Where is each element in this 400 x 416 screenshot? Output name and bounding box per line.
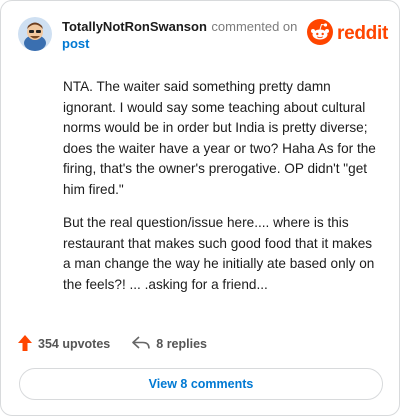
- comment-actions: 354 upvotes 8 replies: [18, 334, 207, 354]
- replies-button[interactable]: 8 replies: [132, 335, 207, 353]
- commented-on-label: commented on: [211, 19, 298, 34]
- avatar[interactable]: [18, 17, 52, 51]
- comment-body: NTA. The waiter said something pretty da…: [63, 77, 379, 308]
- comment-paragraph: NTA. The waiter said something pretty da…: [63, 79, 376, 197]
- comment-paragraph: But the real question/issue here.... whe…: [63, 215, 375, 292]
- upvote-count: 354 upvotes: [38, 337, 111, 351]
- comment-card: TotallyNotRonSwanson commented on post r…: [0, 0, 400, 416]
- upvote-button[interactable]: 354 upvotes: [18, 334, 111, 354]
- comment-meta: TotallyNotRonSwanson commented on post: [62, 18, 312, 52]
- view-comments-button[interactable]: View 8 comments: [19, 368, 383, 400]
- reddit-wordmark: reddit: [337, 23, 388, 44]
- reply-arrow-icon: [132, 335, 156, 353]
- comment-header: TotallyNotRonSwanson commented on post r…: [18, 15, 388, 55]
- post-link[interactable]: post: [62, 35, 312, 52]
- username[interactable]: TotallyNotRonSwanson: [62, 19, 207, 34]
- reply-count: 8 replies: [156, 337, 207, 351]
- upvote-arrow-icon: [18, 334, 38, 354]
- reddit-logo[interactable]: reddit: [307, 18, 388, 50]
- reddit-snoo-icon: [307, 18, 334, 50]
